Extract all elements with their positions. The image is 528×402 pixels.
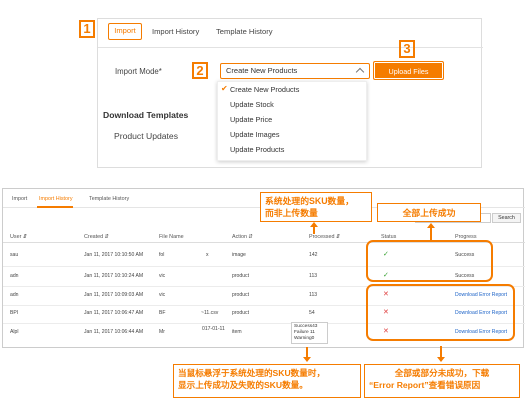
processed-tooltip: Success43 Failure 11 Warning0	[291, 322, 328, 344]
import-panel: Import Import History Template History I…	[97, 18, 483, 168]
option-update-price[interactable]: Update Price	[230, 115, 272, 124]
import-mode-dropdown: ✔ Create New Products Update Stock Updat…	[217, 81, 367, 161]
error-highlight	[366, 284, 515, 341]
download-product-updates[interactable]: Product Updates	[114, 131, 178, 141]
processed-note-line-2: 而非上传数量	[265, 208, 318, 218]
hover-note-arrow	[303, 347, 311, 362]
cell-file-extra: x	[206, 252, 209, 258]
error-note-arrow	[437, 346, 445, 362]
cell-processed[interactable]: 142	[309, 252, 318, 258]
import-mode-value: Create New Products	[226, 66, 298, 75]
cell-file: vic	[159, 292, 166, 298]
column-action[interactable]: Action ⇵	[232, 234, 253, 240]
tab-import[interactable]: Import	[108, 23, 142, 40]
step-1-marker: 1	[79, 20, 95, 38]
step-2-marker: 2	[192, 62, 208, 79]
tab-template-history[interactable]: Template History	[216, 27, 273, 36]
cell-user: BPI	[10, 310, 19, 316]
cell-processed[interactable]: 54	[309, 310, 315, 316]
cell-file-extra: 017-01-11	[202, 326, 225, 332]
success-note-arrow	[427, 223, 435, 240]
cell-action: image	[232, 252, 246, 258]
check-icon: ✔	[221, 84, 228, 93]
processed-note: 系统处理的SKU数量， 而非上传数量	[260, 192, 372, 222]
cell-action: product	[232, 292, 249, 298]
column-processed[interactable]: Processed ⇵	[309, 234, 340, 240]
option-update-products[interactable]: Update Products	[230, 145, 284, 154]
cell-file-extra: ~11.csv	[201, 310, 219, 316]
active-tab-indicator	[37, 206, 73, 208]
cell-file: Mr	[159, 329, 165, 335]
cell-created: Jan 11, 2017 10:06:47 AM	[84, 310, 144, 316]
column-file-name: File Name	[159, 234, 184, 240]
tab-divider	[98, 47, 483, 48]
hover-note: 当鼠标悬浮于系统处理的SKU数量时， 显示上传成功及失败的SKU数量。	[173, 364, 361, 398]
column-created[interactable]: Created ⇵	[84, 234, 109, 240]
step-3-marker: 3	[399, 40, 415, 58]
error-note-line-1: 全部或部分未成功，下载	[394, 368, 490, 378]
hover-note-line-1: 当鼠标悬浮于系统处理的SKU数量时，	[178, 368, 326, 378]
search-button[interactable]: Search	[492, 213, 521, 223]
cell-user: Alpl	[10, 329, 19, 335]
cell-file: vic	[159, 273, 166, 279]
tab-template-history[interactable]: Template History	[89, 196, 129, 202]
cell-created: Jan 11, 2017 10:10:24 AM	[84, 273, 144, 279]
column-user[interactable]: User ⇵	[10, 234, 27, 240]
tab-import[interactable]: Import	[12, 196, 27, 202]
option-update-stock[interactable]: Update Stock	[230, 100, 274, 109]
cell-user: adn	[10, 292, 19, 298]
cell-created: Jan 11, 2017 10:09:03 AM	[84, 292, 144, 298]
option-create-new-products[interactable]: Create New Products	[230, 85, 299, 94]
tab-import-history[interactable]: Import History	[39, 196, 73, 202]
tab-import-history[interactable]: Import History	[152, 27, 199, 36]
import-mode-select[interactable]: Create New Products	[220, 63, 370, 79]
error-note-line-2: “Error Report”查看错误原因	[369, 380, 481, 390]
cell-action: product	[232, 273, 249, 279]
cell-action: item	[232, 329, 242, 335]
hover-note-line-2: 显示上传成功及失败的SKU数量。	[178, 380, 308, 390]
cell-processed[interactable]: 113	[309, 292, 317, 298]
error-note: 全部或部分未成功，下载 “Error Report”查看错误原因	[364, 364, 520, 398]
success-highlight	[366, 240, 493, 282]
option-update-images[interactable]: Update Images	[230, 130, 280, 139]
cell-action: product	[232, 310, 249, 316]
cell-file: fol	[159, 252, 165, 258]
success-note: 全部上传成功	[377, 203, 481, 222]
processed-note-line-1: 系统处理的SKU数量，	[265, 196, 354, 206]
cell-user: sau	[10, 252, 19, 258]
cell-created: Jan 11, 2017 10:06:44 AM	[84, 329, 144, 335]
chevron-up-icon	[355, 67, 365, 77]
download-templates-title: Download Templates	[103, 110, 189, 120]
cell-file: BF	[159, 310, 166, 316]
cell-user: adn	[10, 273, 19, 279]
tooltip-warning: Warning0	[294, 336, 315, 341]
upload-files-button[interactable]: Upload Files	[373, 61, 444, 80]
processed-note-arrow	[310, 222, 318, 234]
cell-processed[interactable]: 113	[309, 273, 317, 279]
cell-created: Jan 11, 2017 10:10:50 AM	[84, 252, 144, 258]
import-mode-label: Import Mode*	[115, 67, 162, 76]
